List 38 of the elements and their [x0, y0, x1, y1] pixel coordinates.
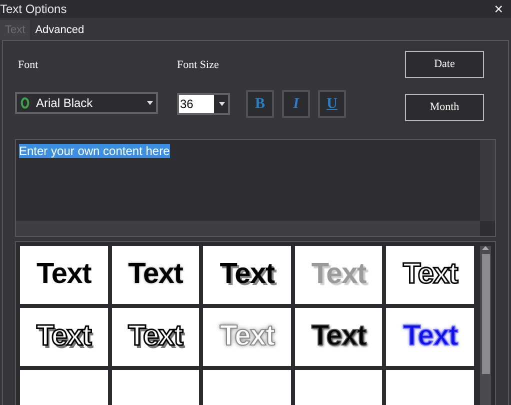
insert-button[interactable]: Date: [405, 51, 484, 78]
font-ring-icon: [20, 97, 30, 109]
preset-preview-text: Text: [128, 319, 183, 354]
text-style-preset[interactable]: Text: [203, 246, 291, 304]
scrollbar-thumb[interactable]: [482, 254, 490, 374]
caret-icon: [147, 101, 153, 105]
preset-preview-text: Text: [402, 319, 458, 354]
preset-preview-text: Text: [36, 319, 92, 354]
window-title: Text Options: [0, 1, 67, 18]
text-style-preset[interactable]: Text: [112, 246, 200, 304]
caret-icon: [219, 102, 225, 106]
font-size-dropdown[interactable]: 36: [177, 93, 230, 115]
text-style-preset[interactable]: Text: [294, 308, 382, 366]
preset-preview-text: Text: [36, 257, 92, 292]
preset-preview-text: Text: [311, 257, 366, 292]
scroll-up-icon: [482, 246, 490, 250]
text-style-preset[interactable]: Text: [20, 308, 108, 366]
font-size-input[interactable]: 36: [179, 95, 214, 113]
font-dropdown[interactable]: Arial Black: [15, 92, 158, 114]
insert-button[interactable]: Month: [405, 94, 484, 121]
preset-preview-text: Text: [402, 257, 458, 292]
text-style-preset[interactable]: Text: [386, 246, 474, 304]
text-style-preset[interactable]: Text: [20, 246, 108, 304]
preset-preview-text: Text: [128, 257, 183, 292]
tab[interactable]: Advanced: [30, 20, 90, 40]
horizontal-scrollbar[interactable]: [16, 221, 480, 236]
text-style-preset[interactable]: Text: [203, 308, 291, 366]
text-style-preset[interactable]: Text: [386, 308, 474, 366]
preset-preview-text: Text: [220, 257, 274, 292]
font-size-label: Font Size: [177, 58, 220, 73]
vertical-scrollbar[interactable]: [480, 140, 495, 221]
preset-preview-text: Text: [220, 319, 274, 354]
selected-content-text: Enter your own content here: [19, 144, 170, 158]
text-style-preset[interactable]: Text: [112, 308, 200, 366]
close-button[interactable]: ×: [494, 2, 503, 16]
font-label: Font: [18, 58, 40, 73]
preset-preview-text: Text: [311, 319, 366, 354]
gallery-scrollbar[interactable]: [480, 246, 491, 405]
